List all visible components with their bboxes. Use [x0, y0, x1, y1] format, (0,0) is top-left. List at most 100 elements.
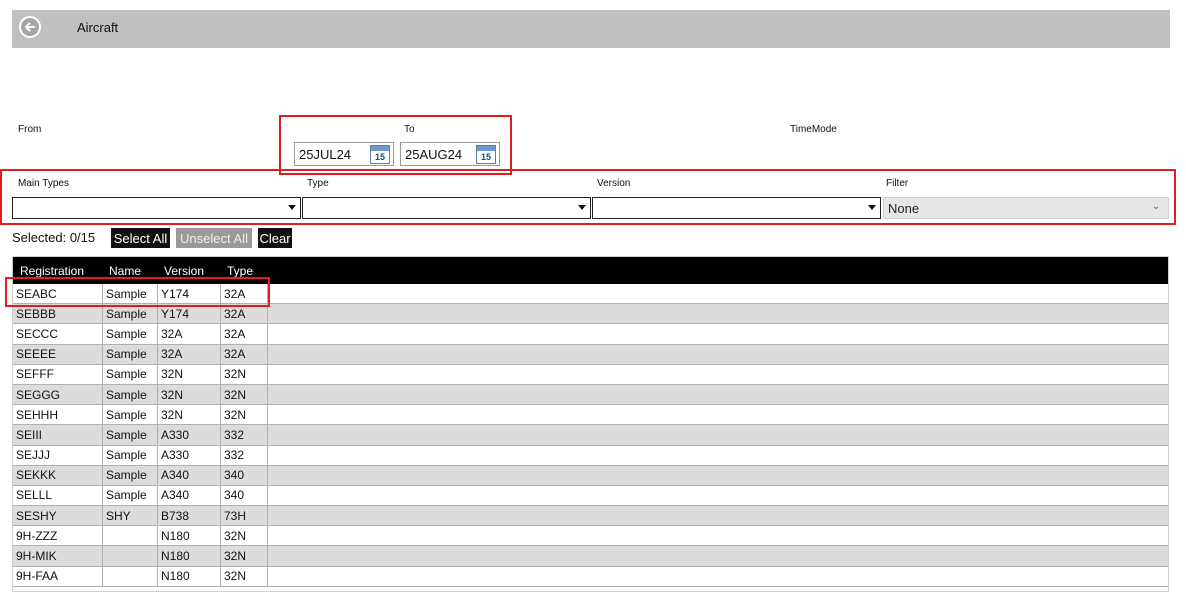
dropdown-arrow-icon	[288, 205, 296, 210]
table-row[interactable]: 9H-MIK N180 32N	[13, 546, 1168, 567]
table-row[interactable]: SECCC Sample 32A 32A	[13, 324, 1168, 345]
clear-button[interactable]: Clear	[258, 228, 292, 248]
table-row[interactable]: SEEEE Sample 32A 32A	[13, 344, 1168, 365]
cell-type: 32A	[221, 284, 268, 304]
cell-registration: SEFFF	[13, 364, 103, 384]
calendar-icon[interactable]: 15	[476, 144, 496, 164]
cell-version: 32N	[158, 384, 221, 405]
table-row[interactable]: SEFFF Sample 32N 32N	[13, 364, 1168, 385]
table-row[interactable]: SELLL Sample A340 340	[13, 485, 1168, 507]
cell-name: Sample	[103, 304, 158, 324]
cell-registration: SEBBB	[13, 304, 103, 324]
table-row[interactable]: 9H-ZZZ N180 32N	[13, 526, 1168, 547]
cell-version: A340	[158, 485, 221, 506]
main-types-dropdown[interactable]	[12, 197, 301, 219]
calendar-icon[interactable]: 15	[370, 144, 390, 164]
cell-registration: 9H-ZZZ	[13, 526, 103, 546]
cell-version: B738	[158, 506, 221, 526]
cell-name	[103, 546, 158, 566]
cell-version: A340	[158, 465, 221, 485]
cell-registration: SEJJJ	[13, 445, 103, 465]
cell-version: N180	[158, 526, 221, 546]
from-date-picker[interactable]: 25JUL24 15	[294, 142, 394, 166]
cell-version: N180	[158, 546, 221, 566]
cell-registration: SEHHH	[13, 405, 103, 425]
cell-registration: SEEEE	[13, 344, 103, 364]
selected-count: Selected: 0/15	[12, 230, 96, 245]
cell-type: 73H	[221, 506, 268, 526]
cell-type: 32N	[221, 405, 268, 425]
cell-registration: SECCC	[13, 324, 103, 344]
page-title: Aircraft	[77, 20, 119, 35]
cell-version: Y174	[158, 284, 221, 304]
cell-type: 32A	[221, 304, 268, 324]
dropdown-arrow-icon	[868, 205, 876, 210]
cell-registration: 9H-FAA	[13, 566, 103, 586]
table-row[interactable]: SEIII Sample A330 332	[13, 425, 1168, 446]
table-row[interactable]: 9H-FAA N180 32N	[13, 566, 1168, 587]
column-header-name[interactable]: Name	[109, 264, 141, 278]
cell-name: Sample	[103, 284, 158, 304]
to-date-picker[interactable]: 25AUG24 15	[400, 142, 500, 166]
table-row[interactable]: SEABC Sample Y174 32A	[13, 284, 1168, 305]
cell-registration: SEIII	[13, 425, 103, 445]
cell-type: 32N	[221, 364, 268, 384]
cell-name	[103, 526, 158, 546]
cell-registration: SESHY	[13, 506, 103, 526]
main-types-label: Main Types	[18, 178, 69, 189]
type-label: Type	[307, 178, 329, 189]
cell-type: 32N	[221, 384, 268, 405]
table-row[interactable]: SEKKK Sample A340 340	[13, 465, 1168, 486]
table-row[interactable]: SEGGG Sample 32N 32N	[13, 384, 1168, 406]
dropdown-arrow-icon	[578, 205, 586, 210]
cell-type: 332	[221, 445, 268, 465]
arrow-left-icon	[25, 22, 35, 32]
cell-name: Sample	[103, 364, 158, 384]
table-row[interactable]: SEHHH Sample 32N 32N	[13, 405, 1168, 426]
chevron-down-icon: ⌄	[1151, 201, 1160, 212]
cell-name: Sample	[103, 344, 158, 364]
cell-type: 32N	[221, 546, 268, 566]
table-row[interactable]: SEJJJ Sample A330 332	[13, 445, 1168, 466]
column-header-registration[interactable]: Registration	[20, 264, 84, 278]
version-label: Version	[597, 178, 631, 189]
select-all-button[interactable]: Select All	[111, 228, 170, 248]
type-dropdown[interactable]	[302, 197, 591, 219]
cell-type: 32N	[221, 526, 268, 546]
cell-name: Sample	[103, 485, 158, 506]
cell-type: 32A	[221, 324, 268, 344]
cell-version: 32N	[158, 405, 221, 425]
column-header-version[interactable]: Version	[164, 264, 204, 278]
filter-label: Filter	[886, 178, 909, 189]
cell-version: Y174	[158, 304, 221, 324]
cell-name: Sample	[103, 405, 158, 425]
unselect-all-button[interactable]: Unselect All	[176, 228, 252, 248]
title-bar: Aircraft	[12, 10, 1170, 48]
cell-name: Sample	[103, 465, 158, 485]
table-row[interactable]: SESHY SHY B738 73H	[13, 506, 1168, 527]
cell-name: Sample	[103, 425, 158, 445]
table-body: SEABC Sample Y174 32A SEBBB Sample Y174 32A SECC…	[13, 284, 1168, 587]
cell-version: 32A	[158, 324, 221, 344]
aircraft-table: Registration Name Version Type SEABC Samp…	[12, 256, 1169, 592]
cell-version: 32N	[158, 364, 221, 384]
version-dropdown[interactable]	[592, 197, 881, 219]
cell-registration: SEGGG	[13, 384, 103, 405]
cell-version: 32A	[158, 344, 221, 364]
cell-version: A330	[158, 445, 221, 465]
table-row[interactable]: SEBBB Sample Y174 32A	[13, 304, 1168, 325]
cell-name: Sample	[103, 384, 158, 405]
filter-dropdown[interactable]: None ⌄	[883, 197, 1169, 219]
cell-name: Sample	[103, 445, 158, 465]
back-button[interactable]	[19, 16, 41, 38]
cell-name	[103, 566, 158, 586]
column-header-type[interactable]: Type	[227, 264, 253, 278]
cell-registration: SEABC	[13, 284, 103, 304]
cell-version: N180	[158, 566, 221, 586]
from-label: From	[18, 124, 42, 135]
cell-registration: 9H-MIK	[13, 546, 103, 566]
cell-name: Sample	[103, 324, 158, 344]
cell-registration: SELLL	[13, 485, 103, 506]
cell-type: 340	[221, 485, 268, 506]
cell-type: 340	[221, 465, 268, 485]
